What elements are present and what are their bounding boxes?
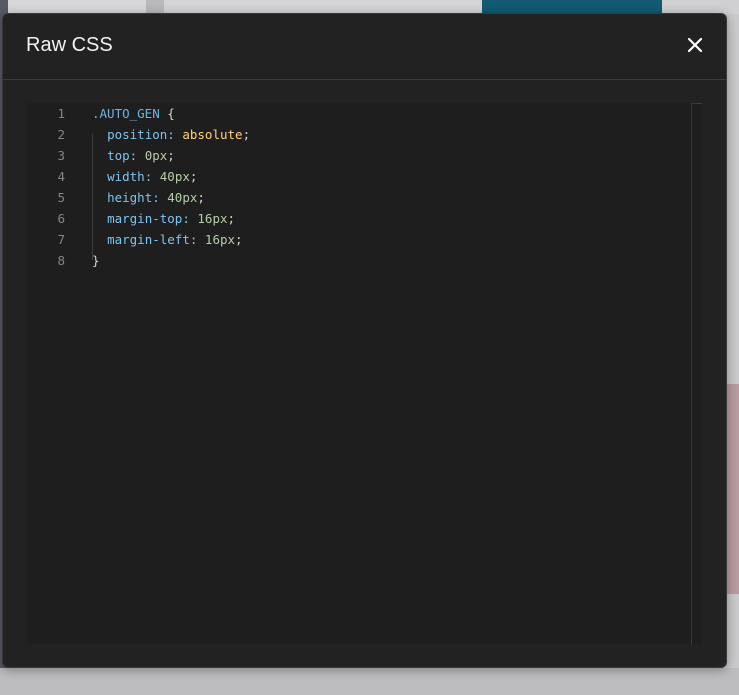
css-value: 40px: [159, 169, 190, 184]
css-value: 16px: [204, 232, 236, 247]
background-panel: [8, 0, 146, 14]
css-property: margin-top: [107, 211, 183, 226]
css-property: width: [107, 169, 145, 184]
background-panel: [662, 0, 739, 14]
line-number: 6: [57, 211, 65, 226]
close-button[interactable]: [686, 36, 704, 54]
css-value: absolute: [182, 127, 243, 142]
line-number: 8: [57, 253, 65, 268]
raw-css-modal: Raw CSS 1 2 3 4 5 6 7 8 .AUTO_GEN { posi…: [2, 13, 727, 668]
css-value: 0px: [144, 148, 168, 163]
vertical-scrollbar[interactable]: [691, 103, 702, 644]
line-number: 3: [57, 148, 65, 163]
css-property: margin-left: [107, 232, 190, 247]
code-line: }: [92, 250, 100, 271]
modal-title: Raw CSS: [26, 34, 113, 56]
code-line: margin-left: 16px;: [107, 232, 243, 247]
line-number: 5: [57, 190, 65, 205]
code-area[interactable]: .AUTO_GEN { position: absolute; top: 0px…: [92, 103, 688, 644]
background-footer: [0, 668, 739, 695]
line-number: 1: [57, 106, 65, 121]
code-line: width: 40px;: [107, 169, 198, 184]
code-line: position: absolute;: [107, 127, 251, 142]
line-number: 7: [57, 232, 65, 247]
code-editor[interactable]: 1 2 3 4 5 6 7 8 .AUTO_GEN { position: ab…: [27, 103, 702, 644]
background-panel: [164, 0, 482, 14]
background-teal-block: [482, 0, 662, 14]
background-pink-block: [726, 384, 739, 594]
modal-header: Raw CSS: [3, 14, 726, 80]
css-value: 16px: [197, 211, 228, 226]
css-selector: .AUTO_GEN: [92, 106, 160, 121]
css-property: position: [107, 127, 168, 142]
css-value: 40px: [167, 190, 198, 205]
code-line: margin-top: 16px;: [107, 211, 236, 226]
code-line: top: 0px;: [107, 148, 175, 163]
background-divider: [146, 0, 164, 14]
code-line: .AUTO_GEN {: [92, 103, 175, 124]
css-property: top: [107, 148, 130, 163]
line-number: 4: [57, 169, 65, 184]
close-brace: }: [92, 253, 100, 268]
css-property: height: [107, 190, 153, 205]
line-number: 2: [57, 127, 65, 142]
open-brace: {: [159, 106, 175, 121]
close-icon: [687, 37, 703, 53]
line-number-gutter: 1 2 3 4 5 6 7 8: [27, 103, 81, 644]
code-line: height: 40px;: [107, 190, 205, 205]
